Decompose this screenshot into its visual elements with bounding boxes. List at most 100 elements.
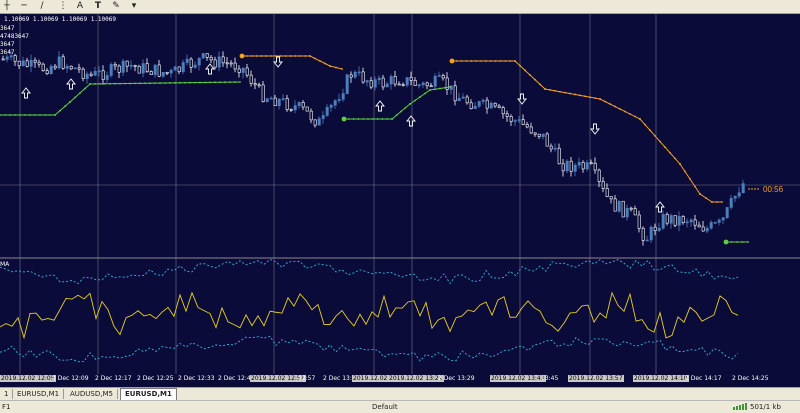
sar-dot <box>204 81 206 84</box>
candle-body <box>209 57 213 61</box>
candle-body <box>173 66 177 71</box>
sar-dot <box>69 101 71 103</box>
sar-dot <box>362 118 365 120</box>
candle-body <box>181 62 185 73</box>
help-hint: F1 <box>2 403 11 411</box>
candle-body <box>713 222 717 224</box>
sar-dot <box>289 55 292 57</box>
candle-body <box>73 67 77 70</box>
candle-timer: 00:56 <box>763 185 784 194</box>
sar-dot <box>599 98 601 100</box>
sar-line <box>242 55 343 70</box>
sar-dot <box>24 114 26 116</box>
time-label: 2 Dec 14:25 <box>732 375 769 382</box>
candle-body <box>613 198 617 212</box>
candle-body <box>641 227 645 241</box>
crosshair-icon[interactable]: ┼ <box>2 0 12 12</box>
sar-dot <box>699 193 701 195</box>
time-label: 2019.12.02 13:21 <box>388 375 444 382</box>
candle-body <box>33 59 37 63</box>
candle-body <box>493 102 497 107</box>
trendline-tool[interactable]: / <box>37 0 47 12</box>
tab-eurusd-m1[interactable]: EURUSD,M1 <box>13 389 65 399</box>
candle-body <box>509 116 513 122</box>
candle-body <box>585 162 589 170</box>
candle-body <box>117 65 121 73</box>
sar-dot <box>460 60 463 62</box>
tab-audusd-m5[interactable]: AUDUSD,M5 <box>66 389 118 399</box>
candle-body <box>353 71 357 78</box>
candle-body <box>741 183 745 194</box>
candle-body <box>189 58 193 68</box>
chart-tabs: 1 EURUSD,M1 AUDUSD,M5 EURUSD,M1 <box>0 387 800 401</box>
candle-body <box>205 53 209 58</box>
horizontal-line-tool[interactable]: ─ <box>19 0 29 12</box>
signal-arrows <box>21 56 665 213</box>
candle-body <box>609 196 613 200</box>
arrow-down-icon <box>517 93 527 105</box>
sar-dot <box>574 93 576 96</box>
sar-dot <box>679 163 681 165</box>
candle-body <box>77 67 81 70</box>
sar-dot <box>139 82 141 85</box>
sar-dot <box>109 82 111 85</box>
sar-dot <box>544 88 546 90</box>
sar-dot <box>119 82 121 85</box>
fibonacci-icon[interactable]: ⋮ <box>58 0 68 12</box>
sar-dot <box>229 81 231 84</box>
sar-dot <box>335 66 337 69</box>
candle-body <box>413 80 417 86</box>
sar-dot <box>594 97 596 99</box>
candle-body <box>541 133 545 137</box>
candle-body <box>693 219 697 226</box>
price-chart[interactable]: 1.10069 1.10069 1.10069 1.10069 3647 474… <box>0 14 800 375</box>
candle-body <box>161 72 165 77</box>
candle-body <box>689 219 693 223</box>
sar-dot <box>14 114 16 116</box>
candle-body <box>453 85 457 102</box>
candle-body <box>421 82 425 86</box>
sar-dot <box>569 92 571 95</box>
candlesticks <box>1 50 745 246</box>
candle-body <box>313 119 317 126</box>
arrow-up-icon <box>21 87 31 99</box>
candle-body <box>697 224 701 228</box>
candle-body <box>245 67 249 76</box>
sar-dot <box>341 68 343 70</box>
candle-body <box>417 84 421 87</box>
arrows-icon[interactable]: ✎ <box>110 0 122 12</box>
candle-body <box>357 71 361 74</box>
candle-body <box>485 99 489 109</box>
profile-name: Default <box>372 403 398 411</box>
candle-body <box>565 160 569 172</box>
candle-body <box>361 71 365 83</box>
candle-body <box>517 119 521 121</box>
sar-dot <box>124 82 126 85</box>
sar-dot <box>84 87 86 90</box>
time-label: 2019.12.02 14:10 <box>633 375 689 382</box>
candle-body <box>265 98 269 102</box>
sar-dot <box>741 241 744 243</box>
sar-dot <box>89 83 91 85</box>
sar-dot <box>371 118 374 120</box>
sar-dot <box>270 55 273 57</box>
sar-dot <box>49 114 51 116</box>
sar-dot <box>214 81 216 84</box>
more-tools-dropdown[interactable]: ▾ <box>124 0 144 12</box>
sar-dot <box>519 64 521 67</box>
sar-dot <box>189 81 191 84</box>
candle-body <box>177 66 181 73</box>
text-tool[interactable]: A <box>75 0 85 12</box>
sar-dot <box>549 89 551 91</box>
arrow-up-icon <box>205 63 215 75</box>
candle-body <box>621 200 625 218</box>
candle-body <box>477 101 481 107</box>
sar-dot <box>470 60 473 62</box>
candle-body <box>125 60 129 67</box>
sar-dot <box>239 81 241 83</box>
candle-body <box>317 118 321 126</box>
label-tool[interactable]: T <box>93 0 103 12</box>
candle-body <box>229 62 233 65</box>
candle-body <box>41 63 45 72</box>
candle-body <box>721 217 725 221</box>
